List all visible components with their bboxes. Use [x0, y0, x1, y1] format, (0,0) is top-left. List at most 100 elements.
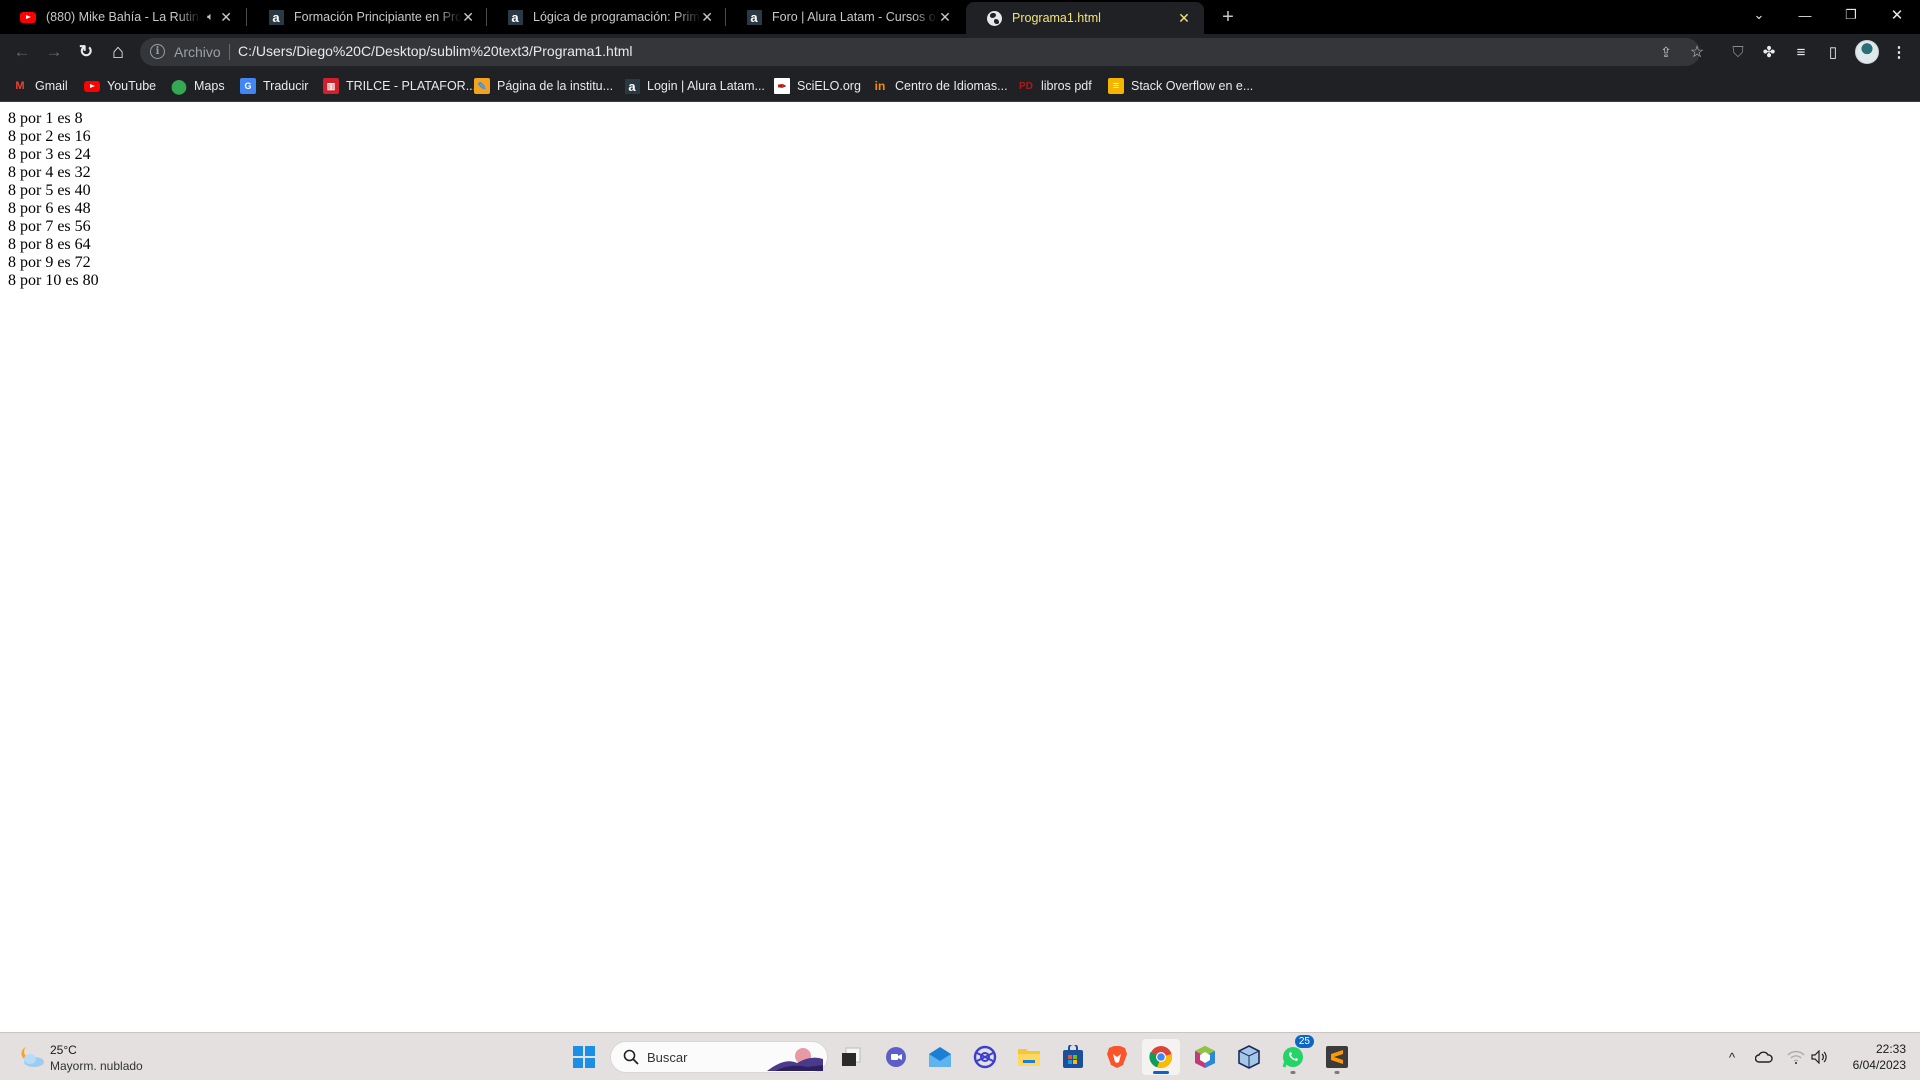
- extension-shield-icon[interactable]: ⛉: [1727, 41, 1749, 63]
- bookmark-libros-pdf[interactable]: PD libros pdf: [1018, 76, 1092, 96]
- taskbar-clock[interactable]: 22:33 6/04/2023: [1853, 1041, 1906, 1073]
- store-icon: [1063, 1045, 1083, 1068]
- bookmark-gmail[interactable]: M Gmail: [12, 76, 67, 96]
- home-button[interactable]: ⌂: [104, 38, 132, 66]
- taskbar-whatsapp[interactable]: 25: [1274, 1035, 1314, 1075]
- tab-youtube[interactable]: (880) Mike Bahía - La Rutina (Video Ofic…: [0, 0, 244, 34]
- tab-title: Lógica de programación: Primeros pasos: [533, 10, 701, 24]
- close-tab-icon[interactable]: ✕: [462, 9, 474, 25]
- start-button[interactable]: [565, 1039, 603, 1075]
- chrome-icon: [1149, 1046, 1172, 1069]
- volume-icon[interactable]: [1810, 1047, 1830, 1067]
- bookmark-star-icon[interactable]: ☆: [1688, 43, 1706, 61]
- kebab-menu-icon[interactable]: ⋮: [1888, 41, 1910, 63]
- forward-button[interactable]: →: [40, 38, 68, 66]
- reload-button[interactable]: ↻: [72, 38, 100, 66]
- taskbar-task-view[interactable]: [832, 1039, 870, 1075]
- alura-icon: a: [268, 9, 284, 25]
- windows-taskbar: 25°C Mayorm. nublado Buscar 25 ^ 22:33 6…: [0, 1032, 1920, 1080]
- multiplication-table: 8 por 1 es 8 8 por 2 es 16 8 por 3 es 24…: [8, 110, 99, 290]
- bookmark-label: Página de la institu...: [497, 79, 614, 93]
- close-tab-icon[interactable]: ✕: [701, 9, 713, 25]
- whatsapp-icon: [1282, 1047, 1303, 1068]
- new-tab-button[interactable]: +: [1216, 5, 1240, 29]
- media-queue-icon[interactable]: ≡: [1790, 41, 1812, 63]
- taskbar-microsoft-store[interactable]: [1054, 1039, 1092, 1075]
- bookmarks-bar: M Gmail YouTube ⬤ Maps G Traducir ▥ TRIL…: [0, 70, 1920, 102]
- tab-logica[interactable]: a Lógica de programación: Primeros pasos…: [487, 0, 725, 34]
- extensions-puzzle-icon[interactable]: ✤: [1758, 41, 1780, 63]
- share-icon[interactable]: ⇪: [1657, 43, 1675, 61]
- onedrive-cloud-icon[interactable]: [1754, 1047, 1774, 1067]
- bookmark-traducir[interactable]: G Traducir: [240, 76, 308, 96]
- bookmark-label: SciELO.org: [797, 79, 861, 93]
- alura-icon: a: [507, 9, 523, 25]
- output-line: 8 por 7 es 56: [8, 218, 91, 235]
- bookmark-trilce[interactable]: ▥ TRILCE - PLATAFOR...: [323, 76, 476, 96]
- bookmark-maps[interactable]: ⬤ Maps: [171, 76, 225, 96]
- bookmark-label: Stack Overflow en e...: [1131, 79, 1254, 93]
- search-placeholder: Buscar: [647, 1050, 688, 1065]
- bookmark-stackoverflow[interactable]: ≡ Stack Overflow en e...: [1108, 76, 1253, 96]
- search-icon: [623, 1049, 639, 1065]
- bookmark-youtube[interactable]: YouTube: [84, 76, 156, 96]
- alura-icon: a: [746, 9, 762, 25]
- close-tab-icon[interactable]: ✕: [1176, 10, 1192, 26]
- close-window-button[interactable]: ✕: [1874, 0, 1920, 30]
- bookmark-alura-login[interactable]: a Login | Alura Latam...: [624, 76, 765, 96]
- tab-formacion[interactable]: a Formación Principiante en Programación…: [248, 0, 486, 34]
- speaker-icon[interactable]: 🔈︎: [207, 11, 214, 24]
- omnibox-divider: [229, 44, 230, 60]
- close-tab-icon[interactable]: ✕: [220, 9, 232, 25]
- weather-description[interactable]: Mayorm. nublado: [50, 1059, 143, 1073]
- bookmark-label: Login | Alura Latam...: [647, 79, 765, 93]
- restore-button[interactable]: ❐: [1828, 0, 1874, 30]
- address-bar[interactable]: i Archivo C:/Users/Diego%20C/Desktop/sub…: [140, 38, 1704, 66]
- task-view-icon: [842, 1047, 861, 1066]
- tab-search-chevron-icon[interactable]: ⌄: [1736, 0, 1782, 30]
- output-line: 8 por 3 es 24: [8, 146, 91, 163]
- pdf-icon: PD: [1019, 80, 1033, 92]
- taskbar-sublime-text[interactable]: [1318, 1039, 1356, 1075]
- bookmark-label: Maps: [194, 79, 225, 93]
- taskbar-chrome[interactable]: [1142, 1039, 1180, 1075]
- taskbar-network-app[interactable]: [966, 1039, 1004, 1075]
- tab-title: Foro | Alura Latam - Cursos online: [772, 10, 938, 24]
- tab-foro[interactable]: a Foro | Alura Latam - Cursos online ✕: [726, 0, 964, 34]
- weather-temperature[interactable]: 25°C: [50, 1043, 77, 1057]
- weather-cloud-moon-icon[interactable]: [18, 1043, 46, 1069]
- profile-avatar[interactable]: [1855, 40, 1879, 64]
- pencil-icon: ✎: [474, 78, 490, 94]
- close-tab-icon[interactable]: ✕: [938, 9, 952, 25]
- taskbar-brave[interactable]: [1098, 1039, 1136, 1075]
- tab-programa1-active[interactable]: Programa1.html ✕: [966, 2, 1204, 34]
- clock-time: 22:33: [1875, 1042, 1906, 1056]
- bookmark-scielo[interactable]: ✒ SciELO.org: [774, 76, 861, 96]
- taskbar-virtual-box[interactable]: [1230, 1039, 1268, 1075]
- bookmark-label: Traducir: [263, 79, 309, 93]
- tab-strip: (880) Mike Bahía - La Rutina (Video Ofic…: [0, 0, 1920, 34]
- output-line: 8 por 4 es 32: [8, 164, 91, 181]
- taskbar-mail[interactable]: [921, 1039, 959, 1075]
- taskbar-netbeans[interactable]: [1186, 1039, 1224, 1075]
- globe-icon: [986, 10, 1002, 26]
- minimize-button[interactable]: —: [1782, 0, 1828, 30]
- scielo-icon: ✒: [774, 78, 790, 94]
- bookmark-pagina-institucion[interactable]: ✎ Página de la institu...: [474, 76, 613, 96]
- taskbar-search[interactable]: Buscar: [610, 1041, 828, 1073]
- bookmark-label: libros pdf: [1041, 79, 1092, 93]
- back-button[interactable]: ←: [8, 38, 36, 66]
- url-text[interactable]: C:/Users/Diego%20C/Desktop/sublim%20text…: [238, 43, 633, 59]
- bookmark-centro-idiomas[interactable]: in Centro de Idiomas...: [872, 76, 1008, 96]
- running-indicator: [1334, 1071, 1340, 1074]
- chat-icon: [886, 1047, 906, 1067]
- windows-logo-icon: [573, 1046, 595, 1068]
- taskbar-teams-chat[interactable]: [877, 1039, 915, 1075]
- info-icon[interactable]: i: [150, 44, 165, 59]
- wifi-icon[interactable]: [1786, 1047, 1806, 1067]
- gmail-icon: M: [15, 80, 25, 92]
- youtube-icon: [84, 78, 100, 94]
- taskbar-file-explorer[interactable]: [1010, 1039, 1048, 1075]
- side-panel-icon[interactable]: ▯: [1822, 41, 1844, 63]
- show-hidden-icons-chevron[interactable]: ^: [1722, 1047, 1742, 1067]
